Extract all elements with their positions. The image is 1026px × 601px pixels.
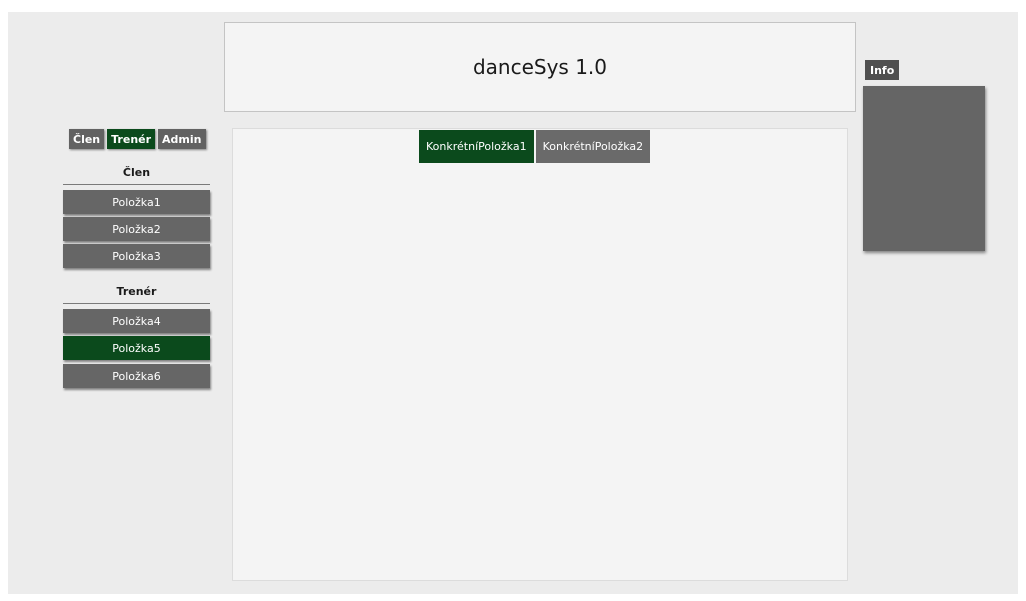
sidebar-item-polozka1[interactable]: Položka1	[63, 190, 210, 214]
content-tabs: KonkrétníPoložka1 KonkrétníPoložka2	[419, 130, 651, 163]
sidebar-item-polozka4[interactable]: Položka4	[63, 309, 210, 333]
app-header: danceSys 1.0	[224, 22, 856, 112]
sidebar-section-heading-trener: Trenér	[63, 285, 210, 304]
tab-konkretni-polozka2[interactable]: KonkrétníPoložka2	[535, 130, 651, 163]
role-tab-trener[interactable]: Trenér	[107, 129, 156, 149]
role-tab-clen[interactable]: Člen	[69, 129, 105, 149]
role-tabs: Člen Trenér Admin	[69, 129, 206, 149]
sidebar-item-polozka6[interactable]: Položka6	[63, 364, 210, 388]
info-label: Info	[865, 60, 900, 80]
sidebar-section-heading-clen: Člen	[63, 166, 210, 185]
tab-konkretni-polozka1[interactable]: KonkrétníPoložka1	[419, 130, 534, 163]
main-content-panel	[232, 128, 848, 581]
sidebar-item-polozka3[interactable]: Položka3	[63, 244, 210, 268]
info-panel	[863, 86, 985, 251]
sidebar-item-polozka5[interactable]: Položka5	[63, 336, 210, 360]
app-title: danceSys 1.0	[472, 55, 608, 79]
sidebar-item-polozka2[interactable]: Položka2	[63, 217, 210, 241]
role-tab-admin[interactable]: Admin	[158, 129, 206, 149]
